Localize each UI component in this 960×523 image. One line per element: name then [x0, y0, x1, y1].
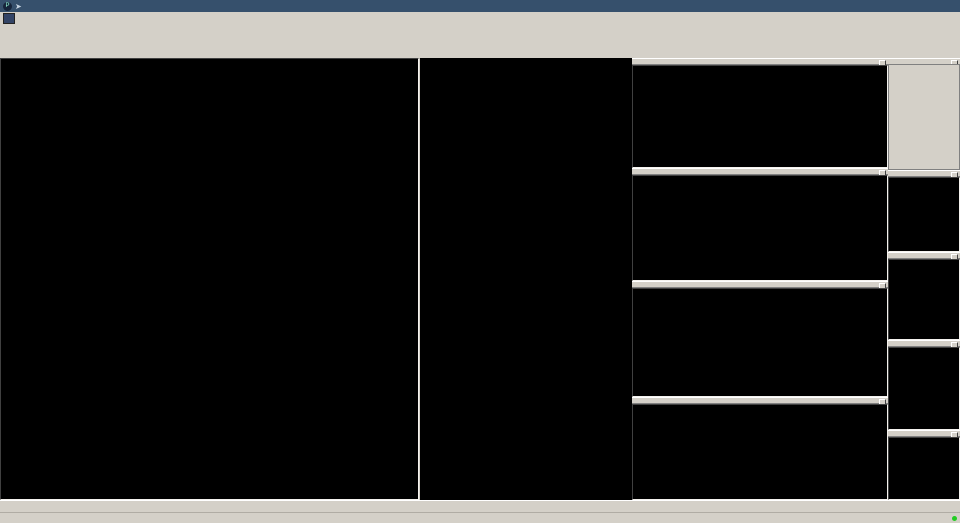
dock-splitter[interactable]: [888, 252, 960, 259]
dock-splitter[interactable]: [888, 430, 960, 437]
analog-clock: [889, 447, 959, 489]
dock-splitter[interactable]: [632, 397, 888, 404]
world-map-position: [633, 289, 887, 396]
altimeter-gauge: [889, 348, 959, 418]
compass-rose: [889, 178, 959, 251]
compass-panel: [888, 177, 960, 252]
pin-icon: ➤: [15, 2, 22, 11]
statusbar: [0, 512, 960, 523]
speedometer-gauge: [889, 260, 959, 328]
dock-splitter[interactable]: [888, 170, 960, 177]
signal-bar-chart: [633, 176, 887, 280]
clock-panel: [888, 437, 960, 500]
signal-bar-chart-panel: [632, 175, 888, 281]
mini-sky-plot: [633, 66, 887, 167]
toolbar-player: [0, 41, 960, 59]
activity-led: [952, 516, 957, 521]
mini-sky-panel: [632, 65, 888, 168]
sky-view-panel: [0, 58, 419, 500]
dock-splitter[interactable]: [632, 281, 888, 288]
satellite-list: [420, 58, 632, 500]
u-center-window: P ➤: [0, 0, 960, 523]
dock-splitter[interactable]: [632, 168, 888, 175]
dock-splitter[interactable]: [632, 58, 888, 65]
speedometer-panel: [888, 259, 960, 340]
child-window-icon: [3, 13, 15, 24]
app-logo-icon: P: [3, 2, 12, 11]
titlebar: P ➤: [0, 0, 960, 12]
dock-splitter[interactable]: [888, 340, 960, 347]
world-map-satellites: [633, 405, 887, 499]
toolbar-main: [0, 24, 960, 42]
altimeter-panel: [888, 347, 960, 430]
nav-data-panel: [888, 64, 960, 170]
sky-view-plot: [1, 59, 418, 499]
position-map-panel: [632, 288, 888, 397]
satellite-map-panel: [632, 404, 888, 500]
